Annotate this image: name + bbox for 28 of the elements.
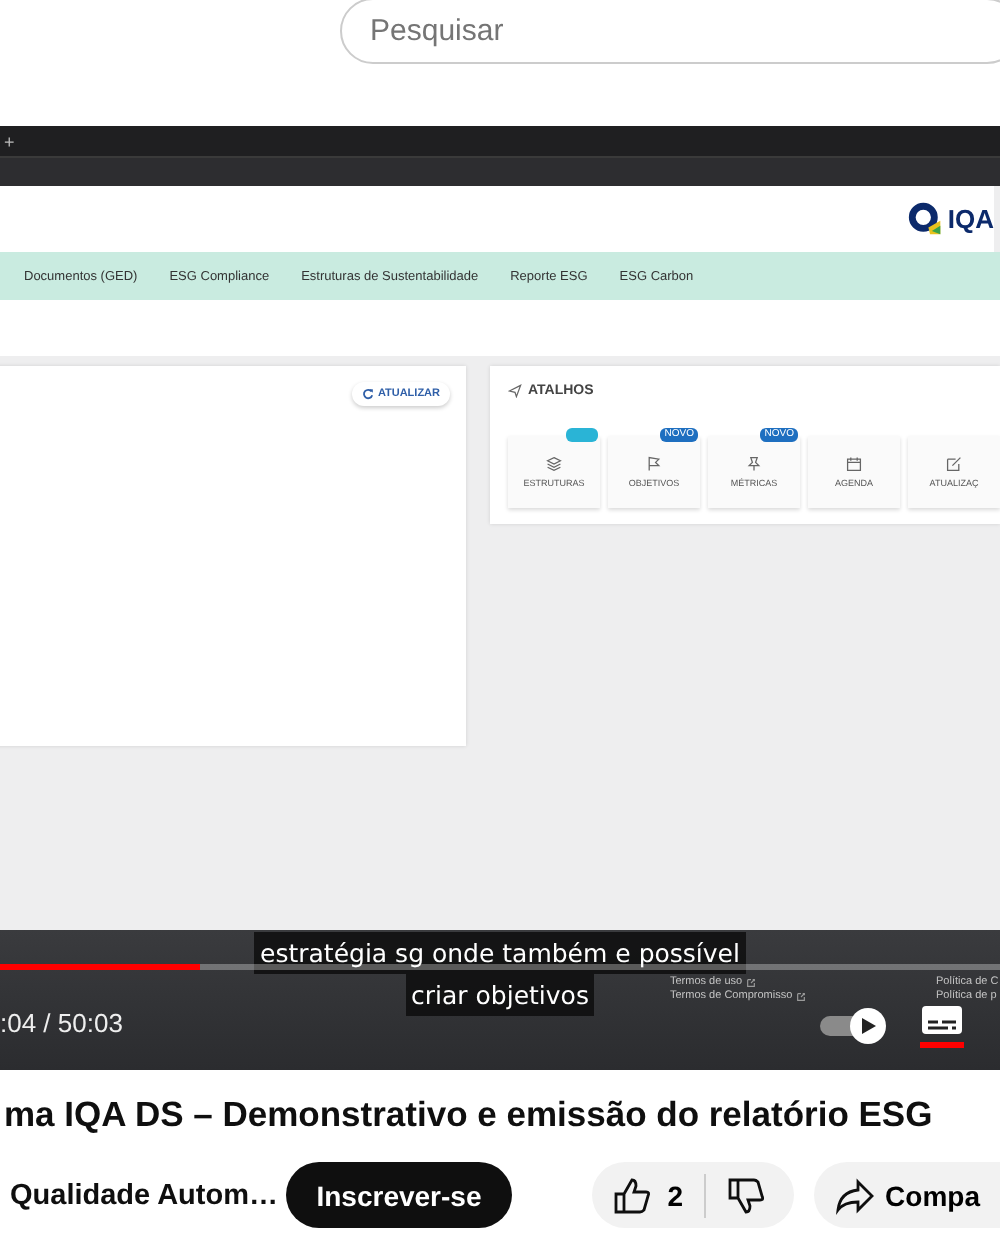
captions-button[interactable] (920, 1004, 964, 1048)
time-display: :04 / 50:03 (0, 1008, 123, 1038)
dislike-icon[interactable] (725, 1175, 766, 1215)
edit-icon (946, 456, 962, 472)
video-title: ma IQA DS – Demonstrativo e emissão do relatório ESG (4, 1094, 935, 1136)
channel-name[interactable]: Qualidade Autom… (10, 1179, 287, 1211)
progress-track[interactable] (0, 964, 1000, 970)
calendar-icon (846, 456, 862, 472)
caption-text: criar objetivos (405, 974, 595, 1016)
pin-icon (746, 456, 762, 472)
refresh-icon (361, 388, 374, 400)
captions-icon (920, 1004, 964, 1036)
thumbs-up-icon (611, 1175, 652, 1215)
flag-icon (646, 456, 662, 472)
like-button[interactable]: 2 (611, 1175, 684, 1215)
new-tab-button[interactable]: + (4, 131, 15, 151)
autoplay-toggle[interactable] (820, 1006, 888, 1046)
share-button[interactable]: Compa (813, 1162, 1000, 1228)
logo-icon (907, 202, 942, 236)
layers-icon (546, 456, 562, 472)
external-link-icon (796, 991, 807, 1001)
subscribe-button[interactable]: Inscrever-se (286, 1162, 512, 1228)
search-field[interactable]: Pesquisar (340, 0, 1000, 64)
logo-text: IQA (947, 204, 994, 234)
caption-text: estratégia sg onde também e possível (254, 932, 746, 974)
external-link-icon (746, 977, 757, 987)
share-icon (833, 1175, 874, 1215)
send-icon (508, 384, 522, 398)
